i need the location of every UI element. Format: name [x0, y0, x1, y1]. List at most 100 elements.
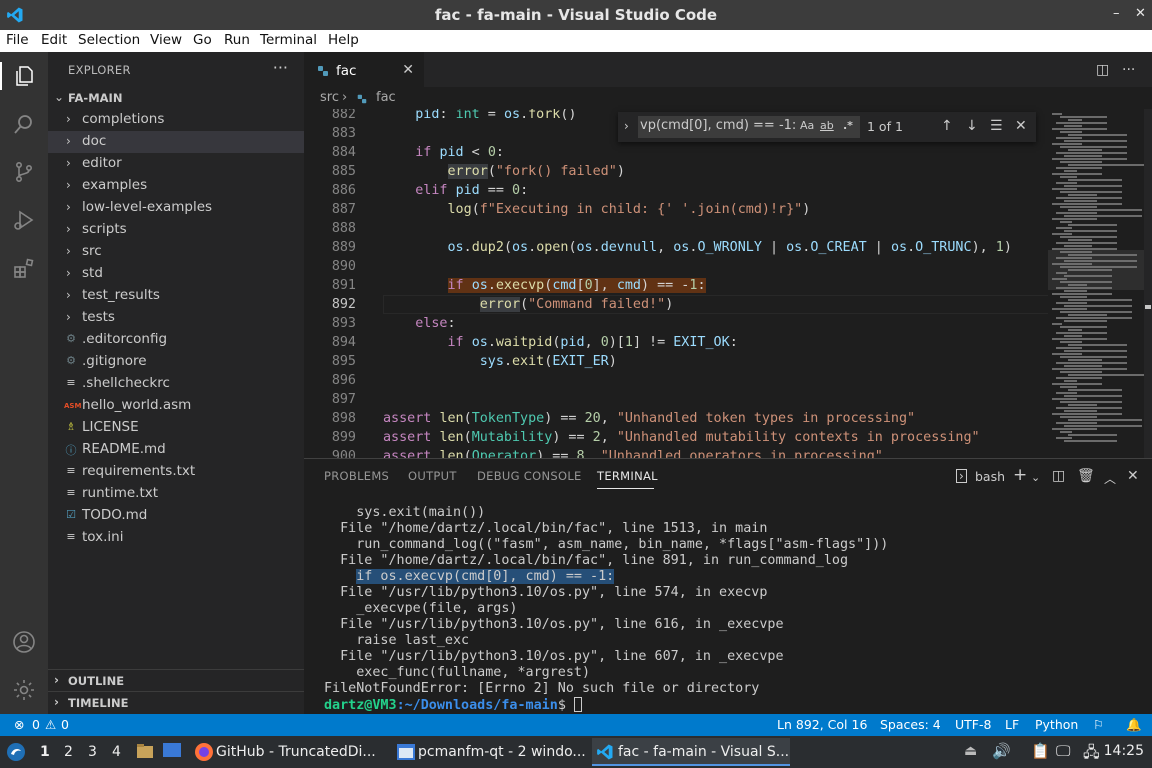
- monitor-icon[interactable]: 🖵: [1056, 742, 1070, 760]
- breadcrumb-fac[interactable]: fac: [376, 90, 396, 105]
- tree-file[interactable]: ♗ LICENSE: [48, 417, 304, 439]
- close-tab-button[interactable]: ✕: [402, 62, 414, 78]
- tree-folder[interactable]: › doc: [48, 131, 304, 153]
- notifications-bell-icon[interactable]: 🔔: [1126, 717, 1142, 733]
- tree-file[interactable]: ≡ requirements.txt: [48, 461, 304, 483]
- close-panel-icon[interactable]: ✕: [1127, 468, 1139, 484]
- tree-file[interactable]: ☑ TODO.md: [48, 505, 304, 527]
- task-firefox-github[interactable]: GitHub - TruncatedDi...: [190, 738, 380, 766]
- python-file-icon: [318, 66, 328, 76]
- tab-terminal[interactable]: TERMINAL: [597, 469, 658, 483]
- tree-folder[interactable]: › completions: [48, 109, 304, 131]
- terminal-shell-name[interactable]: bash: [975, 469, 1005, 484]
- network-icon[interactable]: 🖧: [1083, 742, 1100, 767]
- menu-run[interactable]: Run: [224, 30, 250, 48]
- accounts-icon[interactable]: [12, 630, 36, 654]
- volume-icon[interactable]: 🔊: [992, 742, 1011, 760]
- tree-folder[interactable]: › scripts: [48, 219, 304, 241]
- split-terminal-icon[interactable]: ◫: [1052, 468, 1065, 484]
- menu-file[interactable]: File: [6, 30, 29, 48]
- tree-file[interactable]: ⚙ .gitignore: [48, 351, 304, 373]
- toggle-replace-chevron-icon[interactable]: ›: [624, 119, 629, 133]
- tab-problems[interactable]: PROBLEMS: [324, 469, 389, 483]
- menu-view[interactable]: View: [150, 30, 182, 48]
- match-case-button[interactable]: Aa: [800, 119, 814, 132]
- editor-scrollbar[interactable]: [1144, 109, 1152, 458]
- minimap[interactable]: [1048, 109, 1152, 458]
- workspace-1[interactable]: 1: [40, 744, 50, 760]
- match-whole-word-button[interactable]: ab: [820, 119, 834, 132]
- indentation[interactable]: Spaces: 4: [880, 717, 941, 732]
- find-in-selection-icon[interactable]: ☰: [990, 118, 1003, 134]
- task-pcmanfm[interactable]: pcmanfm-qt - 2 windo...: [392, 738, 586, 766]
- code-editor[interactable]: 882 pid: int = os.fork() 883 884 if pid < …: [304, 109, 1152, 458]
- timeline-section[interactable]: › TIMELINE: [48, 691, 304, 713]
- outline-section[interactable]: › OUTLINE: [48, 669, 304, 691]
- menu-edit[interactable]: Edit: [41, 30, 67, 48]
- explorer-icon[interactable]: [12, 64, 36, 88]
- search-icon[interactable]: [12, 112, 36, 136]
- error-icon[interactable]: ⊗: [14, 717, 24, 732]
- run-debug-icon[interactable]: [12, 208, 36, 232]
- show-desktop-icon[interactable]: [162, 742, 182, 760]
- cursor-position[interactable]: Ln 892, Col 16: [777, 717, 867, 732]
- source-control-icon[interactable]: [12, 160, 36, 184]
- new-terminal-icon[interactable]: +: [1013, 465, 1027, 485]
- tree-file[interactable]: ≡ .shellcheckrc: [48, 373, 304, 395]
- error-count[interactable]: 0: [32, 717, 40, 732]
- tree-folder[interactable]: › src: [48, 241, 304, 263]
- feedback-icon[interactable]: ⚐: [1093, 717, 1104, 732]
- trash-icon[interactable]: 🗑: [1077, 468, 1095, 484]
- clipboard-icon[interactable]: 📋: [1031, 742, 1050, 760]
- tree-file[interactable]: ≡ tox.ini: [48, 527, 304, 549]
- maximize-panel-icon[interactable]: ︿: [1104, 470, 1116, 487]
- tree-file[interactable]: ≡ runtime.txt: [48, 483, 304, 505]
- task-vscode[interactable]: fac - fa-main - Visual S...: [592, 738, 790, 766]
- tree-folder[interactable]: › editor: [48, 153, 304, 175]
- tree-folder[interactable]: › low-level-examples: [48, 197, 304, 219]
- end-of-line[interactable]: LF: [1005, 717, 1019, 732]
- workspace-4[interactable]: 4: [112, 744, 121, 760]
- tree-folder[interactable]: › examples: [48, 175, 304, 197]
- tab-debug-console[interactable]: DEBUG CONSOLE: [477, 469, 582, 483]
- tree-item-label: README.md: [82, 441, 166, 457]
- more-actions-button[interactable]: ···: [273, 58, 288, 77]
- close-window-button[interactable]: ✕: [1135, 6, 1146, 21]
- menu-terminal[interactable]: Terminal: [260, 30, 317, 48]
- workspace-3[interactable]: 3: [88, 744, 97, 760]
- minimize-button[interactable]: –: [1113, 6, 1120, 21]
- tree-file[interactable]: ⚙ .editorconfig: [48, 329, 304, 351]
- workspace-2[interactable]: 2: [64, 744, 73, 760]
- tree-folder[interactable]: › tests: [48, 307, 304, 329]
- tree-file[interactable]: ASM hello_world.asm: [48, 395, 304, 417]
- warning-icon[interactable]: ⚠: [45, 717, 56, 732]
- root-folder-fa-main[interactable]: ⌄ FA-MAIN: [48, 87, 304, 109]
- tree-folder[interactable]: › std: [48, 263, 304, 285]
- encoding[interactable]: UTF-8: [955, 717, 991, 732]
- settings-gear-icon[interactable]: [12, 678, 36, 702]
- terminal-line: File "/usr/lib/python3.10/os.py", line 6…: [324, 649, 784, 664]
- previous-match-icon[interactable]: ↑: [941, 118, 953, 134]
- extensions-icon[interactable]: [12, 256, 36, 280]
- breadcrumb-src[interactable]: src: [320, 90, 339, 105]
- language-mode[interactable]: Python: [1035, 717, 1078, 732]
- tree-file[interactable]: ⓘ README.md: [48, 439, 304, 461]
- more-actions-icon[interactable]: ···: [1122, 62, 1135, 78]
- close-find-icon[interactable]: ✕: [1015, 118, 1027, 134]
- warning-count[interactable]: 0: [61, 717, 69, 732]
- tab-output[interactable]: OUTPUT: [408, 469, 457, 483]
- tab-fac[interactable]: fac ✕: [304, 52, 424, 87]
- chevron-down-icon[interactable]: ⌄: [1031, 471, 1040, 484]
- menu-selection[interactable]: Selection: [78, 30, 140, 48]
- eject-icon[interactable]: ⏏: [964, 743, 977, 759]
- minimap-slider[interactable]: [1048, 250, 1146, 290]
- menu-go[interactable]: Go: [193, 30, 212, 48]
- tree-folder[interactable]: › test_results: [48, 285, 304, 307]
- use-regex-button[interactable]: .*: [843, 119, 853, 132]
- start-menu-icon[interactable]: [6, 742, 26, 762]
- file-manager-launcher-icon[interactable]: [136, 742, 154, 760]
- menu-help[interactable]: Help: [328, 30, 359, 48]
- split-editor-icon[interactable]: ◫: [1096, 62, 1109, 78]
- terminal-prompt[interactable]: dartz@VM3:~/Downloads/fa-main$: [324, 697, 582, 713]
- next-match-icon[interactable]: ↓: [966, 118, 978, 134]
